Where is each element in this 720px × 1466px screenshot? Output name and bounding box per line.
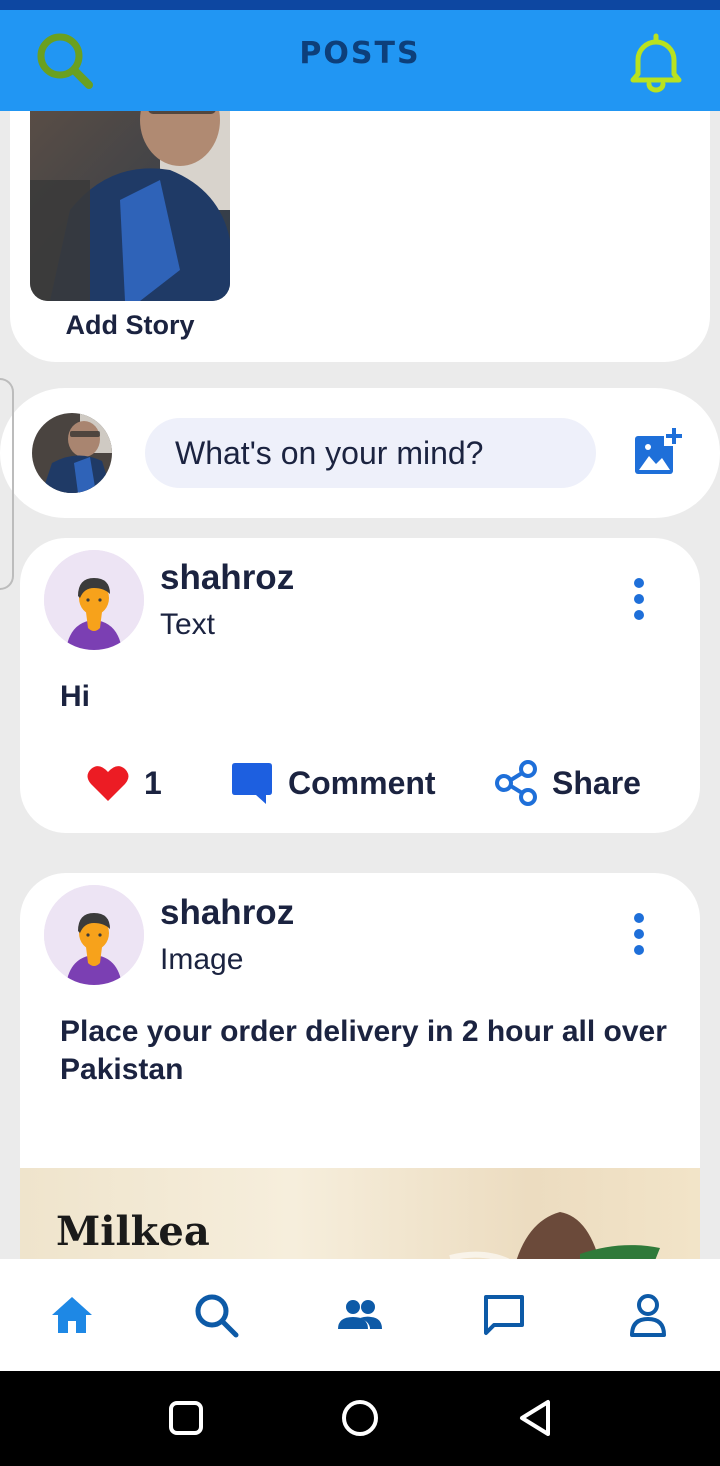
edge-handle[interactable] bbox=[0, 378, 14, 590]
post-image[interactable]: Milkea bbox=[20, 1168, 700, 1273]
author-avatar[interactable] bbox=[44, 550, 144, 650]
add-story-label: Add Story bbox=[65, 310, 195, 340]
author-name[interactable]: shahroz bbox=[160, 558, 294, 598]
share-icon bbox=[495, 760, 537, 806]
user-avatar[interactable] bbox=[32, 413, 112, 493]
search-icon[interactable] bbox=[192, 1291, 240, 1339]
page-title: POSTS bbox=[299, 36, 421, 71]
status-strip bbox=[0, 0, 720, 10]
whats-on-your-mind-input[interactable]: What's on your mind? bbox=[145, 418, 596, 488]
recents-button[interactable] bbox=[168, 1395, 204, 1446]
system-navigation-bar bbox=[0, 1371, 720, 1466]
comment-button[interactable]: Comment bbox=[230, 753, 436, 813]
post-type: Text bbox=[160, 608, 216, 641]
chat-icon[interactable] bbox=[480, 1291, 528, 1339]
add-story-thumbnail[interactable] bbox=[30, 90, 230, 301]
like-button[interactable]: 1 bbox=[86, 753, 162, 813]
comment-label: Comment bbox=[288, 764, 436, 801]
post-card: shahroz Image Place your order delivery … bbox=[20, 873, 700, 1273]
profile-icon[interactable] bbox=[624, 1291, 672, 1339]
share-button[interactable]: Share bbox=[494, 753, 641, 813]
like-count: 1 bbox=[144, 764, 162, 801]
post-text: Hi bbox=[60, 680, 90, 713]
post-text: Place your order delivery in 2 hour all … bbox=[60, 1015, 667, 1086]
add-photo-icon[interactable] bbox=[632, 426, 686, 483]
more-options-icon[interactable] bbox=[624, 576, 654, 622]
bottom-navigation bbox=[0, 1259, 720, 1371]
bell-icon[interactable] bbox=[624, 30, 688, 94]
more-options-icon[interactable] bbox=[624, 911, 654, 957]
home-button[interactable] bbox=[340, 1395, 380, 1446]
comment-icon bbox=[232, 763, 272, 804]
post-type: Image bbox=[160, 943, 244, 976]
author-name[interactable]: shahroz bbox=[160, 893, 294, 933]
author-avatar[interactable] bbox=[44, 885, 144, 985]
share-label: Share bbox=[552, 764, 641, 801]
image-artwork bbox=[449, 1212, 660, 1273]
post-composer: What's on your mind? bbox=[0, 388, 720, 518]
heart-icon bbox=[87, 766, 129, 801]
back-button[interactable] bbox=[516, 1395, 556, 1446]
people-icon[interactable] bbox=[336, 1291, 384, 1339]
post-card: shahroz Text Hi 1 Comment Share bbox=[20, 538, 700, 833]
post-actions: 1 Comment Share bbox=[20, 753, 700, 813]
app-bar: POSTS bbox=[0, 10, 720, 111]
composer-placeholder: What's on your mind? bbox=[175, 434, 484, 471]
home-icon[interactable] bbox=[48, 1291, 96, 1339]
